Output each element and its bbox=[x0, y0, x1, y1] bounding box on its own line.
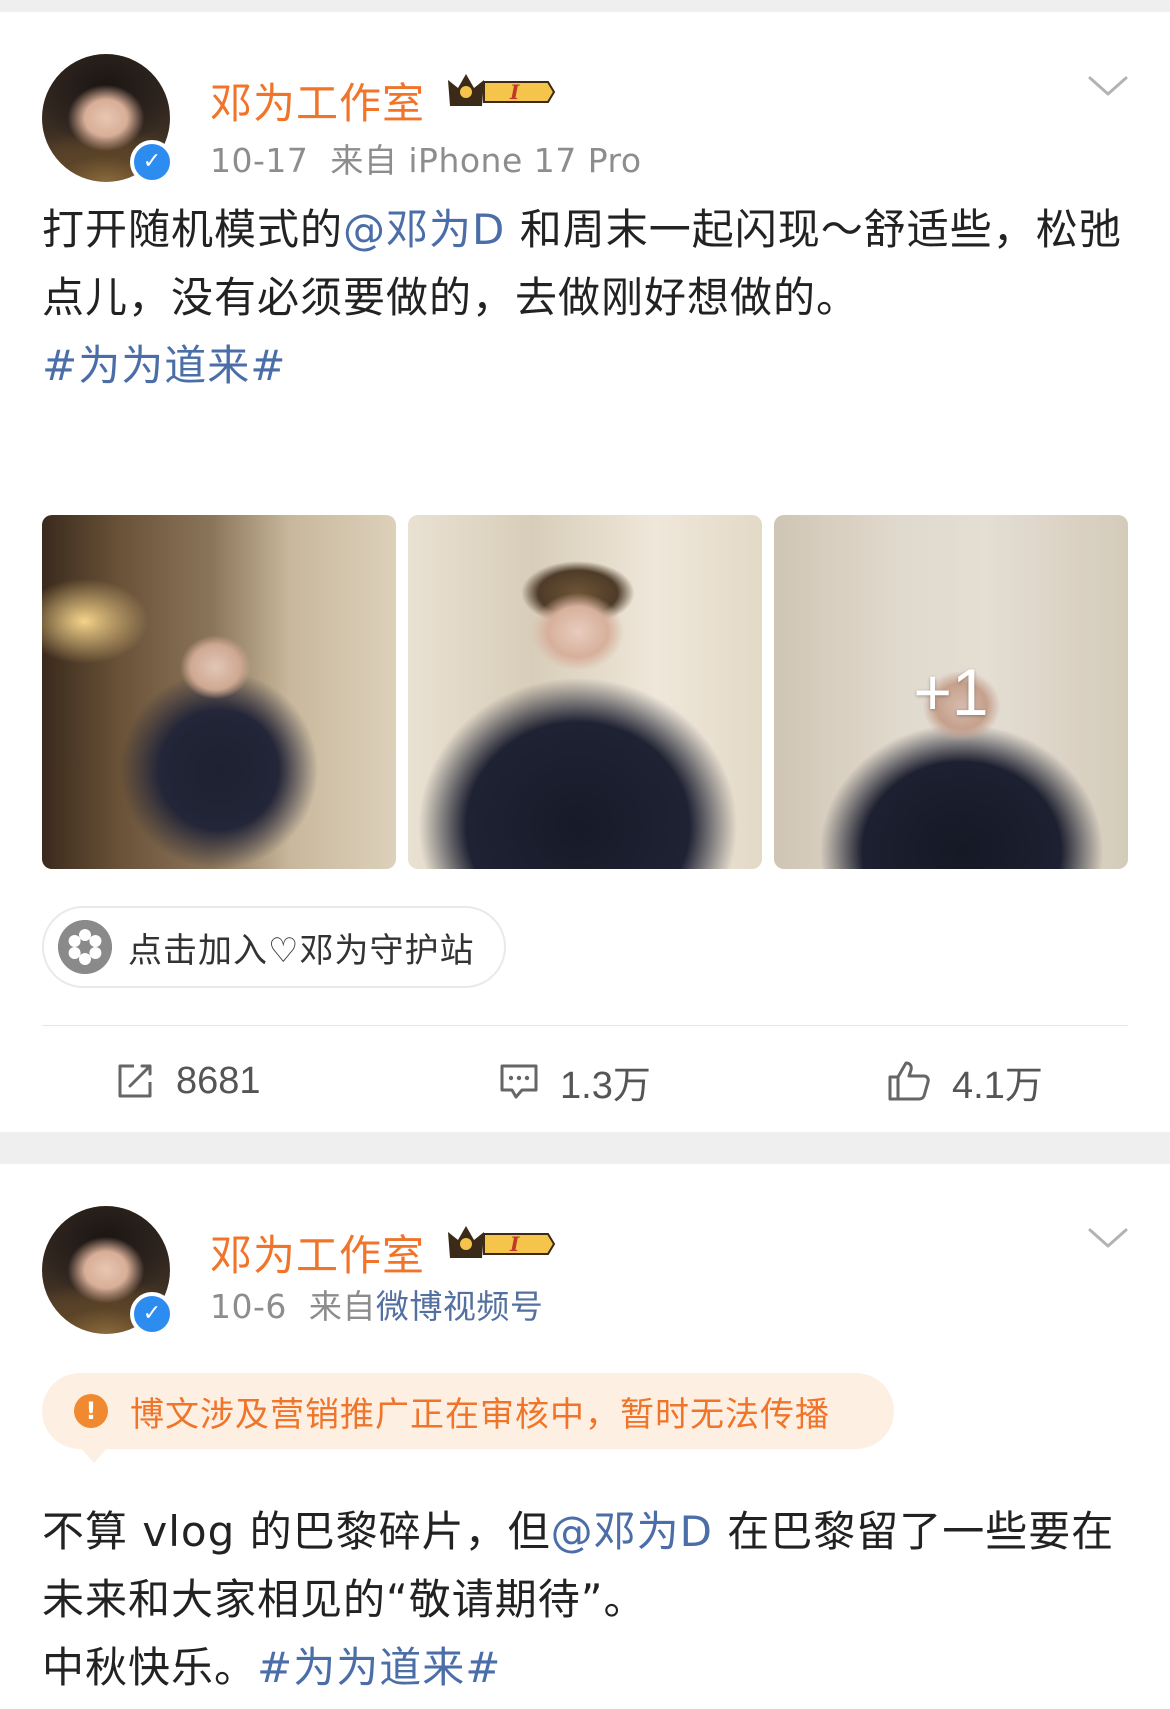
like-button[interactable]: 4.1万 bbox=[886, 1054, 1043, 1108]
post-text: 不算 vlog 的巴黎碎片，但@邓为D 在巴黎留了一些要在未来和大家相见的“敬请… bbox=[42, 1498, 1132, 1702]
mention-link[interactable]: @邓为D bbox=[551, 1507, 713, 1556]
post-card[interactable]: ✓ 邓为工作室 I 10-6 来自微博视频号 ! 博文涉及营销推广正在审核中，暂… bbox=[0, 1164, 1170, 1709]
author-name[interactable]: 邓为工作室 bbox=[210, 70, 425, 131]
post-source: iPhone 17 Pro bbox=[408, 141, 642, 180]
repost-icon bbox=[118, 1064, 152, 1098]
comment-button[interactable]: 1.3万 bbox=[498, 1054, 651, 1108]
notice-pointer bbox=[80, 1447, 108, 1463]
divider bbox=[42, 1025, 1128, 1026]
chevron-down-icon[interactable] bbox=[1086, 72, 1130, 100]
info-icon: ! bbox=[74, 1394, 108, 1428]
crown-badge-icon[interactable]: I bbox=[444, 70, 556, 114]
more-images-count[interactable]: +1 bbox=[774, 515, 1128, 869]
author-avatar[interactable]: ✓ bbox=[42, 54, 174, 184]
post-image[interactable] bbox=[42, 515, 396, 869]
post-text-segment: 中秋快乐。 bbox=[42, 1643, 258, 1692]
author-name[interactable]: 邓为工作室 bbox=[210, 1222, 425, 1283]
repost-button[interactable]: 8681 bbox=[114, 1054, 261, 1108]
join-group-button[interactable]: 点击加入♡邓为守护站 bbox=[42, 906, 507, 988]
post-text-segment: 打开随机模式的 bbox=[42, 205, 344, 254]
post-text: 打开随机模式的@邓为D 和周末一起闪现～舒适些，松弛点儿，没有必须要做的，去做刚… bbox=[42, 196, 1132, 400]
post-source[interactable]: 微博视频号 bbox=[376, 1287, 544, 1326]
flower-icon bbox=[58, 920, 112, 974]
post-meta: 10-6 来自微博视频号 bbox=[210, 1280, 543, 1328]
weibo-feed: ✓ 邓为工作室 I 10-17 来自 iPhone 17 Pro 打开随机模式的… bbox=[0, 0, 1170, 1709]
post-date: 10-6 bbox=[210, 1287, 287, 1326]
post-text-segment: 不算 vlog 的巴黎碎片，但 bbox=[42, 1507, 551, 1556]
hashtag-link[interactable]: #为为道来# bbox=[257, 1643, 501, 1692]
verified-badge-icon: ✓ bbox=[130, 140, 174, 184]
review-notice-text: 博文涉及营销推广正在审核中，暂时无法传播 bbox=[130, 1394, 830, 1435]
post-image[interactable] bbox=[408, 515, 762, 869]
post-card[interactable]: ✓ 邓为工作室 I 10-17 来自 iPhone 17 Pro 打开随机模式的… bbox=[0, 12, 1170, 1132]
mention-link[interactable]: @邓为D bbox=[343, 205, 505, 254]
post-meta: 10-17 来自 iPhone 17 Pro bbox=[210, 134, 642, 182]
source-prefix: 来自 bbox=[330, 141, 398, 180]
chevron-down-icon[interactable] bbox=[1086, 1224, 1130, 1252]
verified-badge-icon: ✓ bbox=[130, 1292, 174, 1336]
like-count: 4.1万 bbox=[952, 1064, 1043, 1107]
author-avatar[interactable]: ✓ bbox=[42, 1206, 174, 1336]
repost-count: 8681 bbox=[176, 1059, 261, 1102]
crown-badge-icon[interactable]: I bbox=[444, 1222, 556, 1266]
review-notice: ! 博文涉及营销推广正在审核中，暂时无法传播 bbox=[42, 1373, 894, 1463]
post-image[interactable]: +1 bbox=[774, 515, 1128, 869]
source-prefix: 来自 bbox=[308, 1287, 376, 1326]
hashtag-link[interactable]: #为为道来# bbox=[42, 341, 286, 390]
comment-icon bbox=[500, 1064, 538, 1099]
badge-level: I bbox=[509, 80, 520, 104]
join-group-label: 点击加入♡邓为守护站 bbox=[128, 930, 475, 971]
badge-level: I bbox=[509, 1232, 520, 1256]
post-date: 10-17 bbox=[210, 141, 309, 180]
thumbs-up-icon bbox=[888, 1061, 930, 1101]
comment-count: 1.3万 bbox=[560, 1064, 651, 1107]
